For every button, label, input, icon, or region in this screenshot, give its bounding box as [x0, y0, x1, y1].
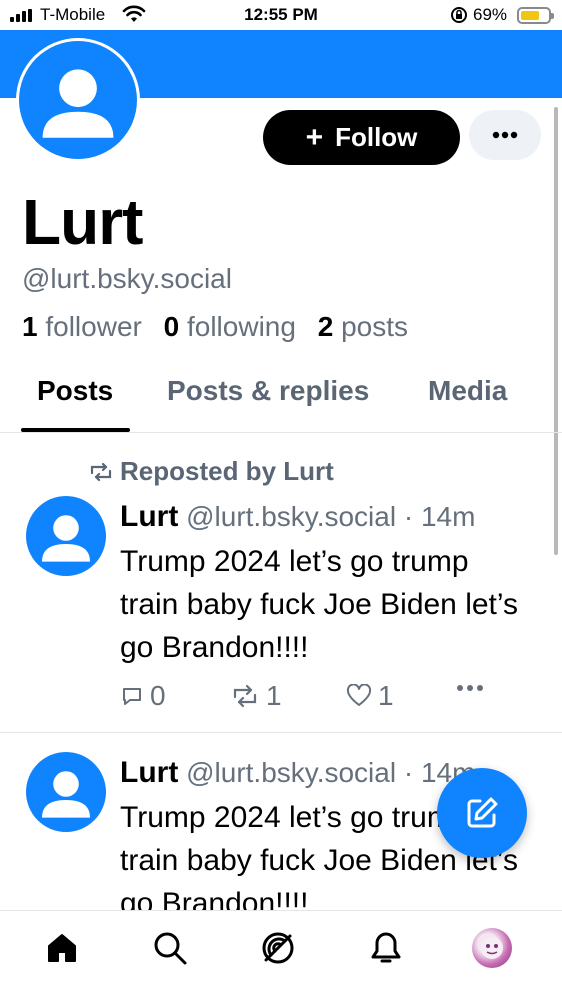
reply-icon — [123, 688, 141, 705]
posts-stat: 2 posts — [318, 311, 408, 342]
default-avatar-icon — [26, 496, 106, 576]
post-time[interactable]: 14m — [421, 501, 475, 532]
orientation-lock-icon — [451, 7, 467, 23]
follow-button[interactable]: + Follow — [263, 110, 460, 165]
posts-label: posts — [341, 311, 409, 342]
followers-count: 1 — [22, 311, 38, 342]
post-divider — [0, 732, 562, 733]
nav-feeds[interactable] — [258, 928, 298, 968]
compose-button[interactable] — [437, 768, 527, 858]
plus-icon: + — [305, 120, 324, 154]
bell-icon — [371, 932, 401, 963]
posts-count: 2 — [317, 311, 334, 342]
followers-link[interactable]: 1 follower — [22, 311, 142, 342]
battery-percent: 69% — [473, 5, 508, 24]
post-avatar[interactable] — [26, 752, 106, 832]
display-name: Lurt — [22, 186, 143, 258]
post-actions: 0 1 1 — [120, 680, 550, 714]
post-text: Trump 2024 let’s go trump train baby fuc… — [120, 545, 519, 664]
profile-avatar — [481, 937, 503, 959]
home-icon — [48, 934, 76, 962]
following-link[interactable]: 0 following — [164, 311, 296, 342]
post-more-button[interactable] — [456, 684, 484, 692]
nav-notifications[interactable] — [366, 928, 406, 968]
following-count: 0 — [163, 311, 180, 342]
post-avatar[interactable] — [26, 496, 106, 576]
post-author[interactable]: Lurt — [120, 756, 178, 789]
nav-search[interactable] — [150, 928, 190, 968]
compose-icon — [467, 797, 498, 828]
post-handle[interactable]: @lurt.bsky.social — [186, 757, 396, 788]
tab-posts[interactable]: Posts — [37, 375, 113, 407]
profile-stats: 1 follower 0 following 2 posts — [22, 311, 408, 343]
more-options-button[interactable] — [469, 110, 541, 160]
search-icon — [154, 932, 187, 965]
post-header: Lurt @lurt.bsky.social · 14m — [120, 756, 475, 790]
ellipsis-icon — [492, 131, 518, 139]
like-button[interactable]: 1 — [346, 680, 394, 712]
repost-label: Reposted by Lurt — [120, 456, 334, 486]
follow-label: Follow — [335, 122, 418, 152]
repost-icon — [233, 684, 257, 708]
like-count: 1 — [378, 680, 394, 711]
post-author[interactable]: Lurt — [120, 500, 178, 533]
reply-count: 0 — [150, 680, 166, 711]
nav-profile[interactable] — [472, 928, 512, 968]
followers-label: follower — [45, 311, 142, 342]
profile-tabs: Posts Posts & replies Media — [0, 360, 562, 433]
profile-handle: @lurt.bsky.social — [22, 263, 232, 294]
active-tab-indicator — [21, 428, 130, 432]
bottom-nav — [0, 910, 562, 1000]
status-bar: T-Mobile 12:55 PM 69% — [0, 0, 562, 30]
repost-count: 1 — [266, 680, 282, 711]
post-separator: · — [403, 501, 414, 532]
nav-home[interactable] — [42, 928, 82, 968]
default-avatar-icon — [26, 752, 106, 832]
battery-icon — [517, 7, 554, 24]
default-avatar-icon — [19, 41, 137, 159]
post-handle[interactable]: @lurt.bsky.social — [186, 501, 396, 532]
ellipsis-icon — [457, 685, 483, 691]
reply-button[interactable]: 0 — [120, 680, 166, 712]
heart-icon — [346, 684, 372, 706]
tab-posts-and-replies[interactable]: Posts & replies — [167, 375, 369, 407]
feeds-icon — [262, 932, 294, 964]
profile-avatar[interactable] — [16, 38, 140, 162]
tab-media[interactable]: Media — [428, 375, 507, 407]
repost-indicator[interactable]: Reposted by Lurt — [88, 456, 334, 487]
battery-fill — [521, 11, 539, 20]
post-header: Lurt @lurt.bsky.social · 14m — [120, 500, 475, 534]
scrollbar[interactable] — [554, 107, 558, 555]
repost-button[interactable]: 1 — [230, 680, 282, 712]
post-separator: · — [403, 757, 414, 788]
following-label: following — [186, 311, 296, 342]
repost-icon — [90, 462, 112, 481]
